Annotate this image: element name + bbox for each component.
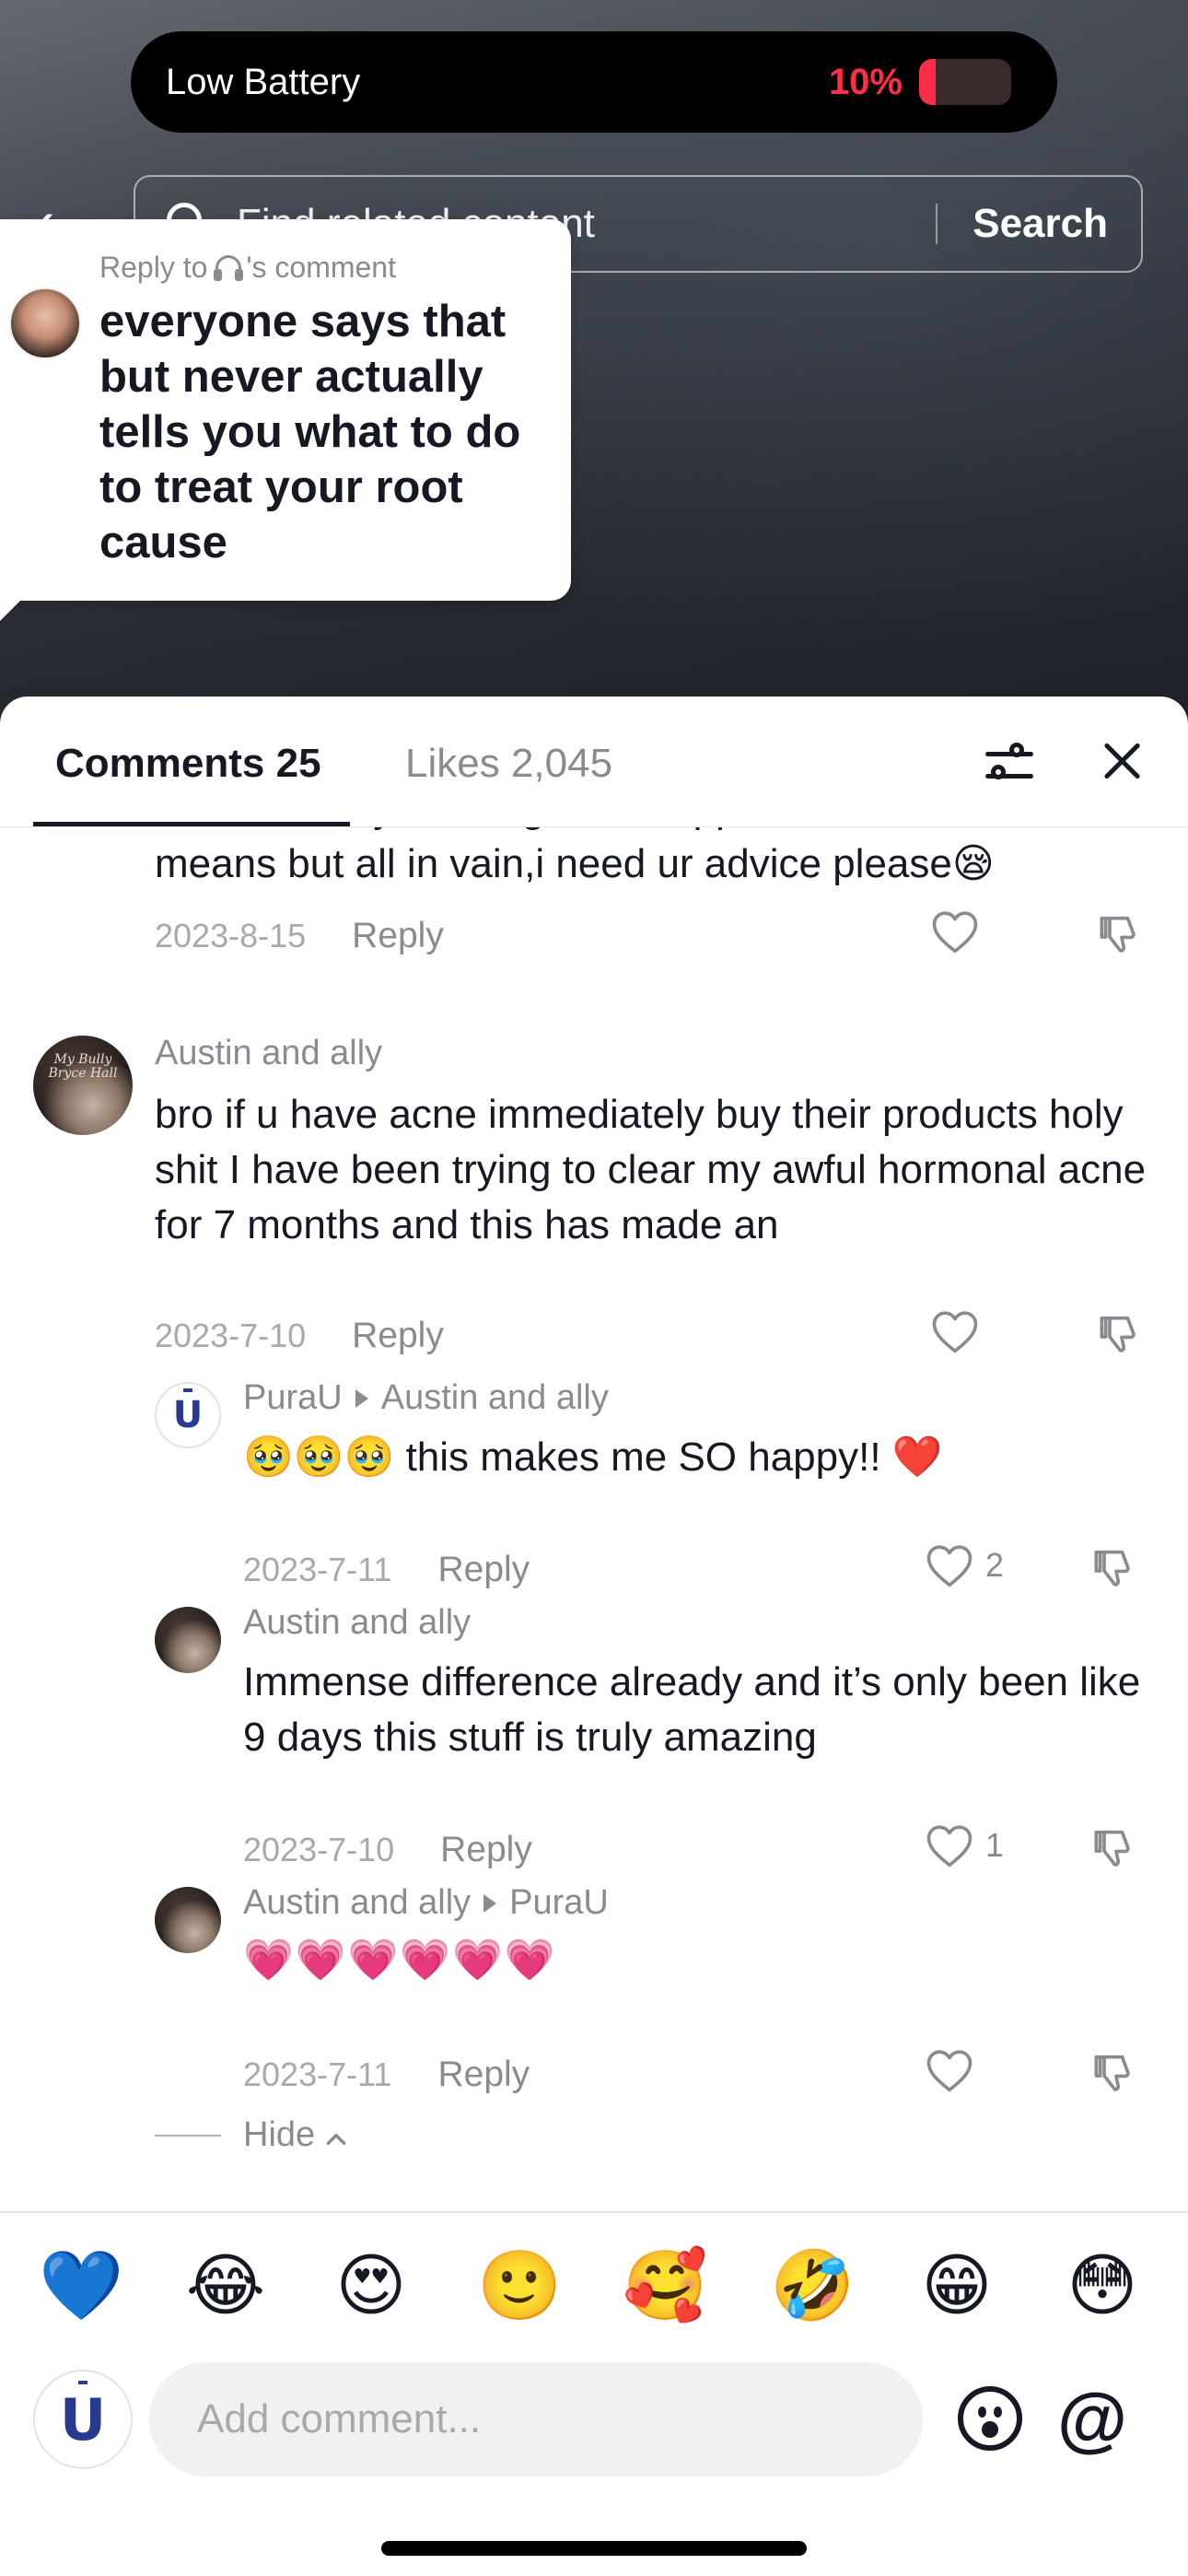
battery-percent: 10% bbox=[828, 61, 903, 102]
username[interactable]: Austin and ally bbox=[243, 1883, 471, 1923]
emoji-grin[interactable]: 😁 bbox=[915, 2244, 998, 2327]
heart-icon bbox=[926, 1825, 973, 1868]
avatar[interactable]: U bbox=[155, 1382, 221, 1448]
hide-replies-button[interactable]: Hide bbox=[155, 2115, 348, 2155]
reply-to-prefix: Reply to bbox=[99, 251, 208, 284]
tab-likes[interactable]: Likes 2,045 bbox=[405, 741, 612, 787]
reply-button[interactable]: Reply bbox=[440, 1830, 532, 1870]
reply-button[interactable]: Reply bbox=[352, 916, 444, 956]
battery-status: 10% bbox=[829, 59, 1020, 105]
divider bbox=[0, 2211, 1188, 2213]
reply-meta: 2023-7-11 Reply bbox=[243, 1550, 530, 1590]
emoji-blue-heart[interactable]: 💙 bbox=[39, 2244, 123, 2327]
reply-button[interactable]: Reply bbox=[352, 1316, 444, 1356]
reply-to-username[interactable]: Austin and ally bbox=[381, 1378, 609, 1418]
search-button[interactable]: Search bbox=[938, 201, 1141, 247]
reply-username[interactable]: Austin and ally bbox=[243, 1603, 471, 1643]
comment-meta: 2023-7-10 Reply bbox=[155, 1316, 444, 1356]
avatar[interactable]: My Bully Bryce Hall bbox=[33, 1036, 133, 1135]
like-button[interactable]: 2 bbox=[925, 1542, 1004, 1588]
sheet-header: Comments 25 Likes 2,045 bbox=[0, 697, 1188, 827]
reply-date: 2023-7-11 bbox=[243, 1551, 392, 1588]
reply-sticker[interactable]: Reply to 's comment everyone says that b… bbox=[0, 219, 571, 621]
thumbs-down-icon[interactable] bbox=[1092, 1544, 1140, 1592]
reply-text: 🥹🥹🥹 this makes me SO happy!! ❤️ bbox=[243, 1434, 943, 1480]
brand-logo: U bbox=[172, 1394, 204, 1436]
quick-emoji-bar: 💙 😂 😍 🙂 🥰 🤣 😁 😳 bbox=[0, 2244, 1188, 2336]
heart-icon bbox=[932, 1311, 978, 1353]
close-icon[interactable] bbox=[1098, 737, 1146, 785]
battery-icon bbox=[919, 59, 1020, 105]
brand-logo: U bbox=[59, 2385, 107, 2453]
comment-composer: U @ bbox=[0, 2359, 1188, 2478]
avatar[interactable] bbox=[155, 1887, 221, 1953]
username[interactable]: PuraU bbox=[243, 1378, 343, 1418]
tab-indicator bbox=[33, 822, 350, 826]
thumbs-down-icon[interactable] bbox=[1092, 1824, 1140, 1872]
emoji-smiling-hearts[interactable]: 🥰 bbox=[623, 2244, 707, 2327]
like-button[interactable]: 1 bbox=[925, 1822, 1004, 1868]
reply-text: Immense difference already and it’s only… bbox=[243, 1659, 1141, 1760]
tab-comments[interactable]: Comments 25 bbox=[55, 741, 321, 787]
like-button[interactable] bbox=[925, 2047, 974, 2093]
comment-username[interactable]: Austin and ally bbox=[155, 1034, 382, 1073]
reply-button[interactable]: Reply bbox=[437, 1550, 530, 1590]
comment-meta: 2023-8-15 Reply bbox=[155, 916, 444, 956]
comment-text: means but all in vain,i need ur advice p… bbox=[155, 841, 995, 886]
comment-input[interactable] bbox=[149, 2362, 923, 2476]
reply-to-line: Reply to 's comment bbox=[99, 251, 543, 285]
reply-date: 2023-7-10 bbox=[243, 1831, 395, 1868]
avatar-caption: My Bully Bryce Hall bbox=[48, 1052, 118, 1082]
reply-button[interactable]: Reply bbox=[437, 2055, 530, 2095]
battery-alert-title: Low Battery bbox=[166, 61, 361, 102]
emoji-tears-of-joy[interactable]: 😂 bbox=[184, 2244, 267, 2327]
reply-to-suffix: 's comment bbox=[246, 251, 396, 284]
comment-date: 2023-7-10 bbox=[155, 1317, 307, 1354]
emoji-face-icon[interactable] bbox=[958, 2386, 1022, 2451]
home-indicator bbox=[381, 2541, 807, 2556]
reply-username[interactable]: Austin and ally PuraU bbox=[243, 1883, 609, 1923]
emoji-rofl[interactable]: 🤣 bbox=[770, 2244, 855, 2327]
emoji-heart-eyes[interactable]: 😍 bbox=[330, 2244, 413, 2327]
like-count: 1 bbox=[985, 1826, 1005, 1864]
reply-date: 2023-7-11 bbox=[243, 2055, 392, 2093]
thumbs-down-icon[interactable] bbox=[1092, 2049, 1140, 2097]
like-button[interactable] bbox=[930, 908, 980, 954]
at-icon[interactable]: @ bbox=[1057, 2377, 1127, 2460]
reply-to-username[interactable]: PuraU bbox=[509, 1883, 609, 1923]
username[interactable]: Austin and ally bbox=[243, 1603, 471, 1643]
emoji-flushed[interactable]: 😳 bbox=[1061, 2244, 1144, 2327]
low-battery-alert: Low Battery 10% bbox=[131, 31, 1057, 133]
sliders-icon[interactable] bbox=[984, 737, 1037, 792]
reply-text: 💗💗💗💗💗💗 bbox=[243, 1938, 557, 1983]
reply-arrow-icon bbox=[483, 1893, 497, 1913]
chevron-up-icon bbox=[326, 2133, 346, 2145]
headphone-icon bbox=[213, 253, 244, 283]
like-button[interactable] bbox=[930, 1308, 980, 1354]
heart-icon bbox=[926, 2050, 973, 2092]
like-count: 2 bbox=[985, 1546, 1005, 1584]
comment-text: bro if u have acne immediately buy their… bbox=[155, 1092, 1147, 1247]
reply-username[interactable]: PuraU Austin and ally bbox=[243, 1378, 609, 1418]
avatar bbox=[9, 287, 81, 359]
emoji-slight-smile[interactable]: 🙂 bbox=[477, 2244, 562, 2327]
thumbs-down-icon[interactable] bbox=[1098, 910, 1146, 958]
avatar[interactable] bbox=[155, 1607, 221, 1673]
heart-icon bbox=[932, 911, 978, 954]
avatar[interactable]: U bbox=[33, 2370, 133, 2469]
reply-arrow-icon bbox=[355, 1388, 368, 1408]
reply-meta: 2023-7-11 Reply bbox=[243, 2055, 530, 2095]
comment-text-clipped: even feel shy working around pple,have t… bbox=[155, 827, 1010, 837]
divider bbox=[155, 2134, 221, 2137]
heart-icon bbox=[926, 1545, 973, 1587]
comment-date: 2023-8-15 bbox=[155, 917, 307, 954]
reply-sticker-text: everyone says that but never actually te… bbox=[99, 297, 521, 568]
comments-list[interactable]: even feel shy working around pple,have t… bbox=[0, 827, 1188, 1988]
reply-meta: 2023-7-10 Reply bbox=[243, 1830, 532, 1870]
username[interactable]: Austin and ally bbox=[155, 1034, 382, 1073]
battery-fill bbox=[919, 59, 936, 105]
thumbs-down-icon[interactable] bbox=[1098, 1310, 1146, 1358]
hide-label[interactable]: Hide bbox=[243, 2115, 315, 2155]
